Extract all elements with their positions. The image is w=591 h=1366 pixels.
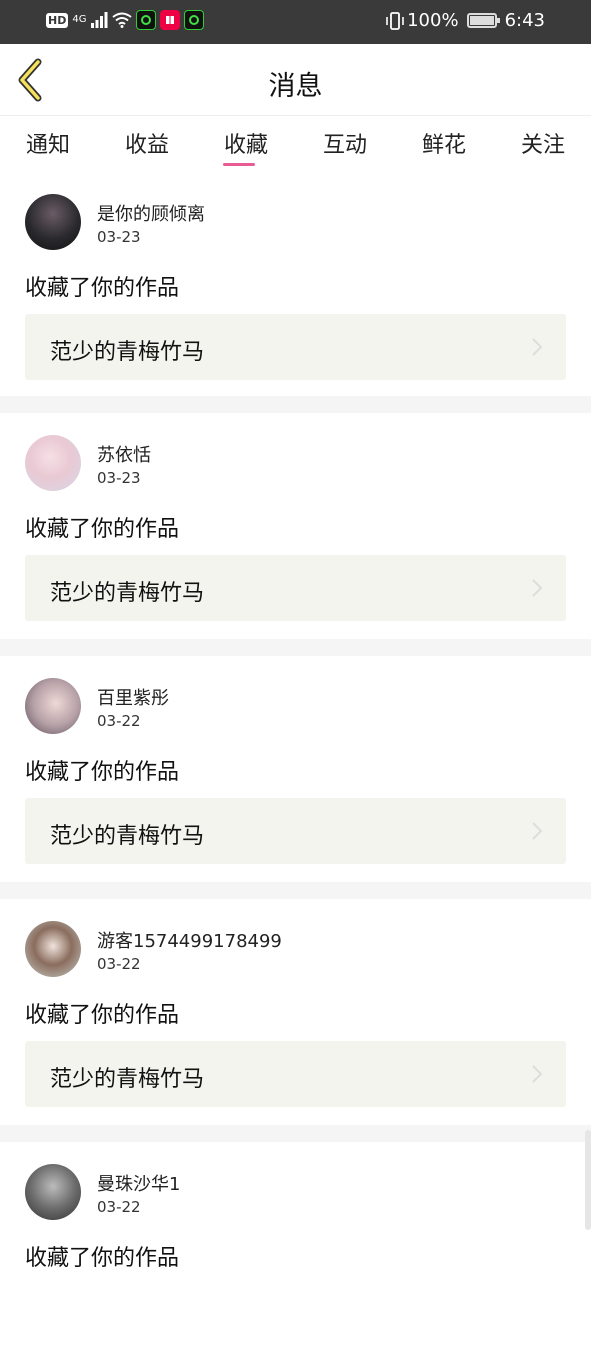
tab-interaction[interactable]: 互动 xyxy=(315,127,375,159)
notification-date: 03-22 xyxy=(97,712,141,730)
status-right: 100% 6:43 xyxy=(385,10,545,31)
notification-item: 苏依恬 03-23 收藏了你的作品 范少的青梅竹马 xyxy=(0,413,591,637)
username[interactable]: 苏依恬 xyxy=(97,441,151,467)
app-notification-icon-2 xyxy=(184,10,205,30)
vibrate-icon xyxy=(386,11,404,30)
notification-item: 游客1574499178499 03-22 收藏了你的作品 范少的青梅竹马 xyxy=(0,899,591,1123)
divider xyxy=(0,1125,591,1142)
notification-date: 03-22 xyxy=(97,1198,141,1216)
hd-indicator: HD xyxy=(46,12,69,28)
tab-bar: 通知 收益 收藏 互动 鲜花 关注 xyxy=(0,117,591,172)
tab-notice[interactable]: 通知 xyxy=(18,127,78,159)
tab-label: 关注 xyxy=(520,133,565,158)
page-title: 消息 xyxy=(268,71,323,102)
work-link[interactable]: 范少的青梅竹马 xyxy=(25,798,566,864)
username[interactable]: 曼珠沙华1 xyxy=(97,1170,180,1196)
avatar[interactable] xyxy=(25,435,81,491)
work-title: 范少的青梅竹马 xyxy=(50,340,205,365)
active-tab-indicator xyxy=(223,163,255,166)
battery-icon xyxy=(466,13,500,28)
notification-action: 收藏了你的作品 xyxy=(25,1003,180,1028)
notification-action: 收藏了你的作品 xyxy=(25,1246,180,1271)
tab-earnings[interactable]: 收益 xyxy=(117,127,177,159)
work-link[interactable]: 范少的青梅竹马 xyxy=(25,1041,566,1107)
tab-flowers[interactable]: 鲜花 xyxy=(414,127,474,159)
tab-label: 收藏 xyxy=(223,133,268,158)
app-notification-icon xyxy=(136,10,157,30)
avatar[interactable] xyxy=(25,921,81,977)
tab-favorites[interactable]: 收藏 xyxy=(216,127,276,166)
chevron-right-icon xyxy=(532,1065,543,1083)
network-type: 4G xyxy=(72,14,87,25)
divider xyxy=(0,882,591,899)
work-title: 范少的青梅竹马 xyxy=(50,581,205,606)
nav-bar: 消息 xyxy=(0,44,591,116)
divider xyxy=(0,639,591,656)
divider xyxy=(0,396,591,413)
notification-item: 是你的顾倾离 03-23 收藏了你的作品 范少的青梅竹马 xyxy=(0,172,591,396)
work-title: 范少的青梅竹马 xyxy=(50,824,205,849)
notification-action: 收藏了你的作品 xyxy=(25,517,180,542)
avatar[interactable] xyxy=(25,678,81,734)
status-bar: HD 4G 100% 6:43 xyxy=(0,0,591,44)
tab-follow[interactable]: 关注 xyxy=(513,127,573,159)
book-app-icon xyxy=(160,10,181,30)
notification-date: 03-23 xyxy=(97,228,141,246)
status-left: HD 4G xyxy=(46,10,205,30)
username[interactable]: 是你的顾倾离 xyxy=(97,200,205,226)
tab-label: 收益 xyxy=(124,133,169,158)
notification-item: 曼珠沙华1 03-22 收藏了你的作品 xyxy=(0,1142,591,1366)
notification-date: 03-23 xyxy=(97,469,141,487)
notification-item: 百里紫彤 03-22 收藏了你的作品 范少的青梅竹马 xyxy=(0,656,591,880)
tab-label: 互动 xyxy=(322,133,367,158)
clock: 6:43 xyxy=(504,10,545,31)
wifi-icon xyxy=(112,12,133,28)
notification-action: 收藏了你的作品 xyxy=(25,276,180,301)
chevron-right-icon xyxy=(532,338,543,356)
notification-action: 收藏了你的作品 xyxy=(25,760,180,785)
chevron-right-icon xyxy=(532,579,543,597)
work-title: 范少的青梅竹马 xyxy=(50,1067,205,1092)
work-link[interactable]: 范少的青梅竹马 xyxy=(25,314,566,380)
avatar[interactable] xyxy=(25,1164,81,1220)
tab-label: 通知 xyxy=(25,133,70,158)
notification-date: 03-22 xyxy=(97,955,141,973)
tab-label: 鲜花 xyxy=(421,133,466,158)
work-link[interactable]: 范少的青梅竹马 xyxy=(25,555,566,621)
username[interactable]: 游客1574499178499 xyxy=(97,927,282,953)
username[interactable]: 百里紫彤 xyxy=(97,684,169,710)
scrollbar[interactable] xyxy=(585,1130,591,1230)
chevron-right-icon xyxy=(532,822,543,840)
signal-icon xyxy=(91,12,108,28)
avatar[interactable] xyxy=(25,194,81,250)
battery-percent: 100% xyxy=(407,10,459,31)
